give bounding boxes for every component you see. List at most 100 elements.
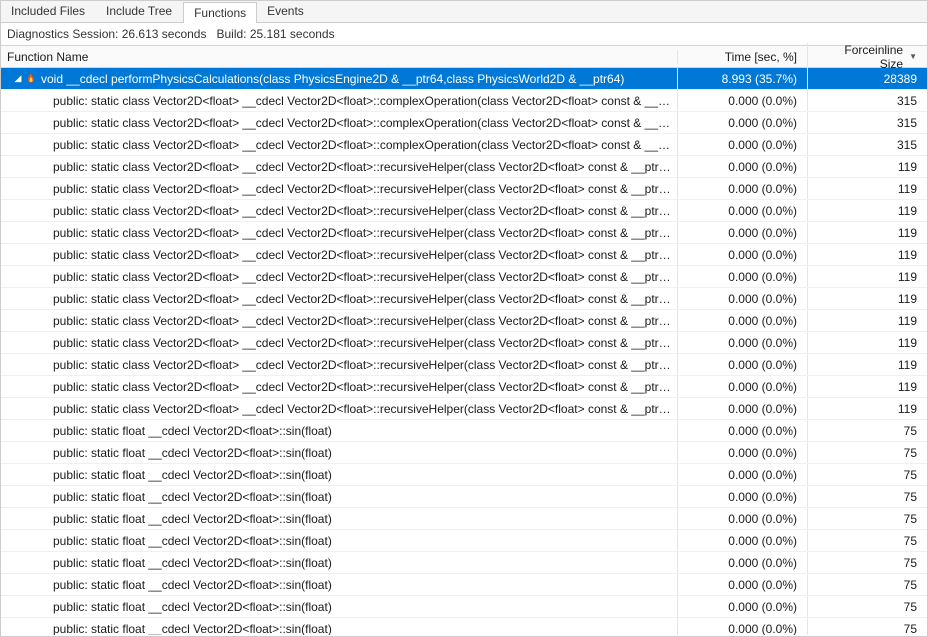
cell-time: 0.000 (0.0%) <box>677 596 807 617</box>
cell-time: 0.000 (0.0%) <box>677 530 807 551</box>
cell-size: 315 <box>807 112 927 133</box>
collapse-icon[interactable]: ◢ <box>13 74 23 84</box>
cell-size: 119 <box>807 354 927 375</box>
cell-time: 0.000 (0.0%) <box>677 486 807 507</box>
cell-function-name: public: static class Vector2D<float> __c… <box>1 292 677 306</box>
tab-include-tree[interactable]: Include Tree <box>96 1 183 22</box>
session-label: Diagnostics Session: <box>7 27 118 41</box>
cell-size: 119 <box>807 244 927 265</box>
function-name-text: public: static class Vector2D<float> __c… <box>53 314 671 328</box>
function-name-text: public: static class Vector2D<float> __c… <box>53 402 671 416</box>
table-row[interactable]: public: static class Vector2D<float> __c… <box>1 200 927 222</box>
cell-function-name: public: static class Vector2D<float> __c… <box>1 380 677 394</box>
cell-function-name: public: static class Vector2D<float> __c… <box>1 160 677 174</box>
table-row[interactable]: public: static class Vector2D<float> __c… <box>1 288 927 310</box>
column-header-size[interactable]: Forceinline Size ▼ <box>807 43 927 71</box>
table-row-selected[interactable]: ◢ void __cdecl performPhysicsCalculations… <box>1 68 927 90</box>
cell-function-name: public: static float __cdecl Vector2D<fl… <box>1 424 677 438</box>
cell-time: 0.000 (0.0%) <box>677 222 807 243</box>
build-label: Build: <box>216 27 246 41</box>
cell-size: 75 <box>807 618 927 635</box>
grid-body[interactable]: ◢ void __cdecl performPhysicsCalculations… <box>1 68 927 635</box>
cell-time: 0.000 (0.0%) <box>677 354 807 375</box>
table-row[interactable]: public: static class Vector2D<float> __c… <box>1 398 927 420</box>
cell-function-name: public: static class Vector2D<float> __c… <box>1 314 677 328</box>
function-name-text: public: static class Vector2D<float> __c… <box>53 226 671 240</box>
table-row[interactable]: public: static float __cdecl Vector2D<fl… <box>1 420 927 442</box>
cell-function-name: public: static class Vector2D<float> __c… <box>1 204 677 218</box>
function-name-text: public: static class Vector2D<float> __c… <box>53 270 671 284</box>
table-row[interactable]: public: static float __cdecl Vector2D<fl… <box>1 574 927 596</box>
cell-size: 75 <box>807 486 927 507</box>
tab-bar: Included FilesInclude TreeFunctionsEvent… <box>1 1 927 23</box>
cell-time: 0.000 (0.0%) <box>677 508 807 529</box>
function-name-text: public: static class Vector2D<float> __c… <box>53 160 671 174</box>
cell-size: 75 <box>807 508 927 529</box>
table-row[interactable]: public: static float __cdecl Vector2D<fl… <box>1 618 927 635</box>
table-row[interactable]: public: static float __cdecl Vector2D<fl… <box>1 552 927 574</box>
table-row[interactable]: public: static class Vector2D<float> __c… <box>1 112 927 134</box>
table-row[interactable]: public: static float __cdecl Vector2D<fl… <box>1 464 927 486</box>
cell-size: 119 <box>807 310 927 331</box>
session-value: 26.613 seconds <box>122 27 207 41</box>
chevron-down-icon[interactable]: ▼ <box>909 52 917 61</box>
cell-time: 0.000 (0.0%) <box>677 420 807 441</box>
function-name-text: public: static float __cdecl Vector2D<fl… <box>53 490 671 504</box>
cell-size: 119 <box>807 200 927 221</box>
cell-time: 0.000 (0.0%) <box>677 332 807 353</box>
cell-function-name: public: static class Vector2D<float> __c… <box>1 402 677 416</box>
function-name-text: public: static class Vector2D<float> __c… <box>53 358 671 372</box>
table-row[interactable]: public: static float __cdecl Vector2D<fl… <box>1 486 927 508</box>
table-row[interactable]: public: static float __cdecl Vector2D<fl… <box>1 530 927 552</box>
cell-function-name: public: static float __cdecl Vector2D<fl… <box>1 534 677 548</box>
cell-function-name: public: static class Vector2D<float> __c… <box>1 94 677 108</box>
cell-size: 75 <box>807 596 927 617</box>
table-row[interactable]: public: static class Vector2D<float> __c… <box>1 354 927 376</box>
table-row[interactable]: public: static class Vector2D<float> __c… <box>1 178 927 200</box>
cell-function-name: public: static float __cdecl Vector2D<fl… <box>1 490 677 504</box>
cell-function-name: public: static float __cdecl Vector2D<fl… <box>1 622 677 636</box>
cell-size: 119 <box>807 288 927 309</box>
function-name-text: public: static float __cdecl Vector2D<fl… <box>53 600 671 614</box>
cell-function-name: public: static class Vector2D<float> __c… <box>1 336 677 350</box>
tab-functions[interactable]: Functions <box>183 2 257 23</box>
column-header-time[interactable]: Time [sec, %] <box>677 50 807 64</box>
table-row[interactable]: public: static class Vector2D<float> __c… <box>1 332 927 354</box>
function-name-text: public: static float __cdecl Vector2D<fl… <box>53 446 671 460</box>
function-name-text: public: static float __cdecl Vector2D<fl… <box>53 622 671 636</box>
cell-time: 0.000 (0.0%) <box>677 310 807 331</box>
build-value: 25.181 seconds <box>250 27 335 41</box>
tab-included-files[interactable]: Included Files <box>1 1 96 22</box>
cell-time: 0.000 (0.0%) <box>677 288 807 309</box>
table-row[interactable]: public: static float __cdecl Vector2D<fl… <box>1 442 927 464</box>
function-name-text: public: static float __cdecl Vector2D<fl… <box>53 556 671 570</box>
table-row[interactable]: public: static class Vector2D<float> __c… <box>1 266 927 288</box>
function-name-text: public: static class Vector2D<float> __c… <box>53 116 671 130</box>
cell-size: 119 <box>807 178 927 199</box>
table-row[interactable]: public: static class Vector2D<float> __c… <box>1 134 927 156</box>
table-row[interactable]: public: static float __cdecl Vector2D<fl… <box>1 508 927 530</box>
cell-size: 75 <box>807 530 927 551</box>
function-name-text: public: static class Vector2D<float> __c… <box>53 292 671 306</box>
cell-size: 315 <box>807 134 927 155</box>
cell-function-name: public: static class Vector2D<float> __c… <box>1 270 677 284</box>
table-row[interactable]: public: static class Vector2D<float> __c… <box>1 222 927 244</box>
table-row[interactable]: public: static class Vector2D<float> __c… <box>1 310 927 332</box>
cell-size: 28389 <box>807 68 927 89</box>
cell-size: 75 <box>807 552 927 573</box>
tab-events[interactable]: Events <box>257 1 315 22</box>
table-row[interactable]: public: static class Vector2D<float> __c… <box>1 244 927 266</box>
cell-time: 0.000 (0.0%) <box>677 112 807 133</box>
function-name-text: public: static class Vector2D<float> __c… <box>53 182 671 196</box>
cell-size: 119 <box>807 156 927 177</box>
table-row[interactable]: public: static class Vector2D<float> __c… <box>1 156 927 178</box>
table-row[interactable]: public: static float __cdecl Vector2D<fl… <box>1 596 927 618</box>
function-name-text: public: static float __cdecl Vector2D<fl… <box>53 424 671 438</box>
table-row[interactable]: public: static class Vector2D<float> __c… <box>1 376 927 398</box>
cell-time: 0.000 (0.0%) <box>677 376 807 397</box>
column-header-name[interactable]: Function Name <box>1 50 677 64</box>
function-name-text: void __cdecl performPhysicsCalculations(… <box>41 72 671 86</box>
table-row[interactable]: public: static class Vector2D<float> __c… <box>1 90 927 112</box>
cell-size: 119 <box>807 376 927 397</box>
cell-function-name: public: static float __cdecl Vector2D<fl… <box>1 578 677 592</box>
